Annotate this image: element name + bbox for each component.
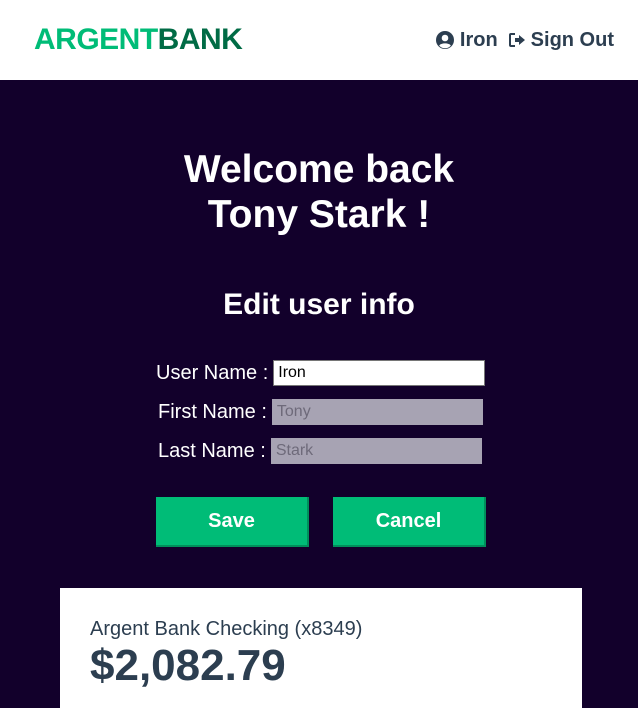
account-amount: $2,082.79	[90, 641, 286, 690]
nav-right: Iron Sign Out	[435, 29, 614, 52]
profile-link-label: Iron	[459, 28, 498, 51]
edit-user-info-title: Edit user info	[223, 288, 415, 321]
user-circle-icon	[435, 30, 455, 50]
lastname-row: Last Name :	[158, 438, 482, 464]
firstname-label: First Name :	[158, 400, 267, 423]
account-card: Argent Bank Checking (x8349) $2,082.79	[60, 588, 582, 708]
lastname-input	[270, 438, 482, 464]
sign-out-label: Sign Out	[530, 28, 614, 51]
profile-link[interactable]: Iron	[435, 29, 498, 52]
lastname-label: Last Name :	[158, 439, 266, 462]
save-button[interactable]: Save	[156, 497, 309, 547]
logo-bank-text: BANK	[157, 23, 243, 56]
navbar: ARGENT BANK Iron Sign Out	[0, 0, 638, 80]
argent-bank-logo[interactable]: ARGENT BANK	[34, 23, 243, 57]
logo-argent-text: ARGENT	[34, 23, 158, 56]
cancel-button[interactable]: Cancel	[333, 497, 486, 547]
welcome-line-2: Tony Stark !	[207, 193, 431, 236]
main-content: Welcome back Tony Stark ! Edit user info…	[0, 80, 638, 708]
firstname-row: First Name :	[158, 399, 483, 425]
sign-out-icon	[508, 31, 526, 49]
username-input[interactable]	[273, 360, 486, 386]
username-row: User Name :	[156, 360, 486, 386]
account-title: Argent Bank Checking (x8349)	[90, 618, 363, 640]
username-label: User Name :	[156, 361, 269, 384]
welcome-line-1: Welcome back	[183, 148, 455, 191]
sign-out-link[interactable]: Sign Out	[508, 29, 614, 52]
firstname-input	[271, 399, 483, 425]
welcome-heading: Welcome back Tony Stark !	[0, 147, 638, 237]
